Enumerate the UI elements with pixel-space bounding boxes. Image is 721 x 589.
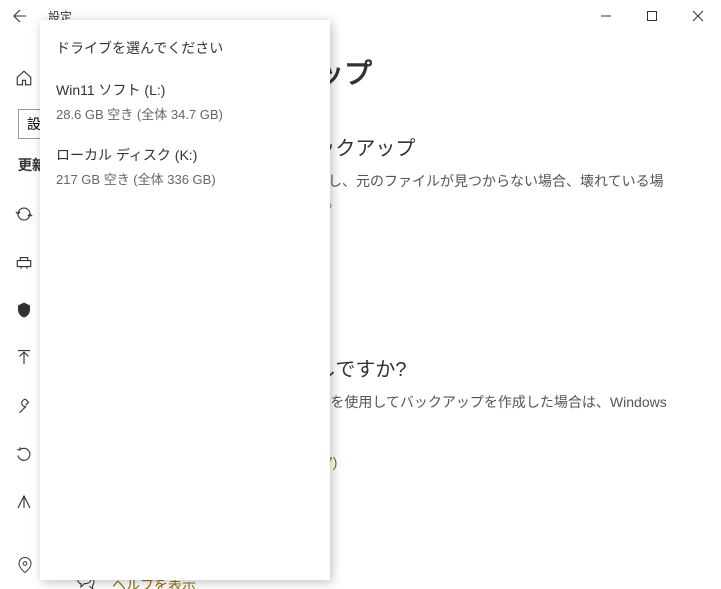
troubleshoot-icon[interactable] xyxy=(14,396,34,416)
drive-option-1[interactable]: ローカル ディスク (K:) 217 GB 空き (全体 336 GB) xyxy=(56,145,314,188)
security-icon[interactable] xyxy=(14,300,34,320)
sync-icon[interactable] xyxy=(14,204,34,224)
drive-dropdown: ドライブを選んでください Win11 ソフト (L:) 28.6 GB 空き (… xyxy=(40,20,330,580)
close-button[interactable] xyxy=(675,0,721,32)
home-icon[interactable] xyxy=(14,68,34,88)
recovery-icon[interactable] xyxy=(14,444,34,464)
back-arrow-icon xyxy=(13,9,27,23)
find-device-icon xyxy=(16,556,34,579)
arrow-up-icon[interactable] xyxy=(14,348,34,368)
back-button[interactable] xyxy=(0,0,40,32)
drive-sub: 28.6 GB 空き (全体 34.7 GB) xyxy=(56,104,314,123)
drive-sub: 217 GB 空き (全体 336 GB) xyxy=(56,169,314,188)
minimize-button[interactable] xyxy=(583,0,629,32)
dropdown-header: ドライブを選んでください xyxy=(56,38,314,58)
drive-title: Win11 ソフト (L:) xyxy=(56,80,314,100)
activation-icon[interactable] xyxy=(14,492,34,512)
drive-option-0[interactable]: Win11 ソフト (L:) 28.6 GB 空き (全体 34.7 GB) xyxy=(56,80,314,123)
close-icon xyxy=(692,10,704,22)
maximize-button[interactable] xyxy=(629,0,675,32)
drive-title: ローカル ディスク (K:) xyxy=(56,145,314,165)
maximize-icon xyxy=(646,10,658,22)
minimize-icon xyxy=(600,10,612,22)
window-controls xyxy=(583,0,721,32)
delivery-icon[interactable] xyxy=(14,252,34,272)
